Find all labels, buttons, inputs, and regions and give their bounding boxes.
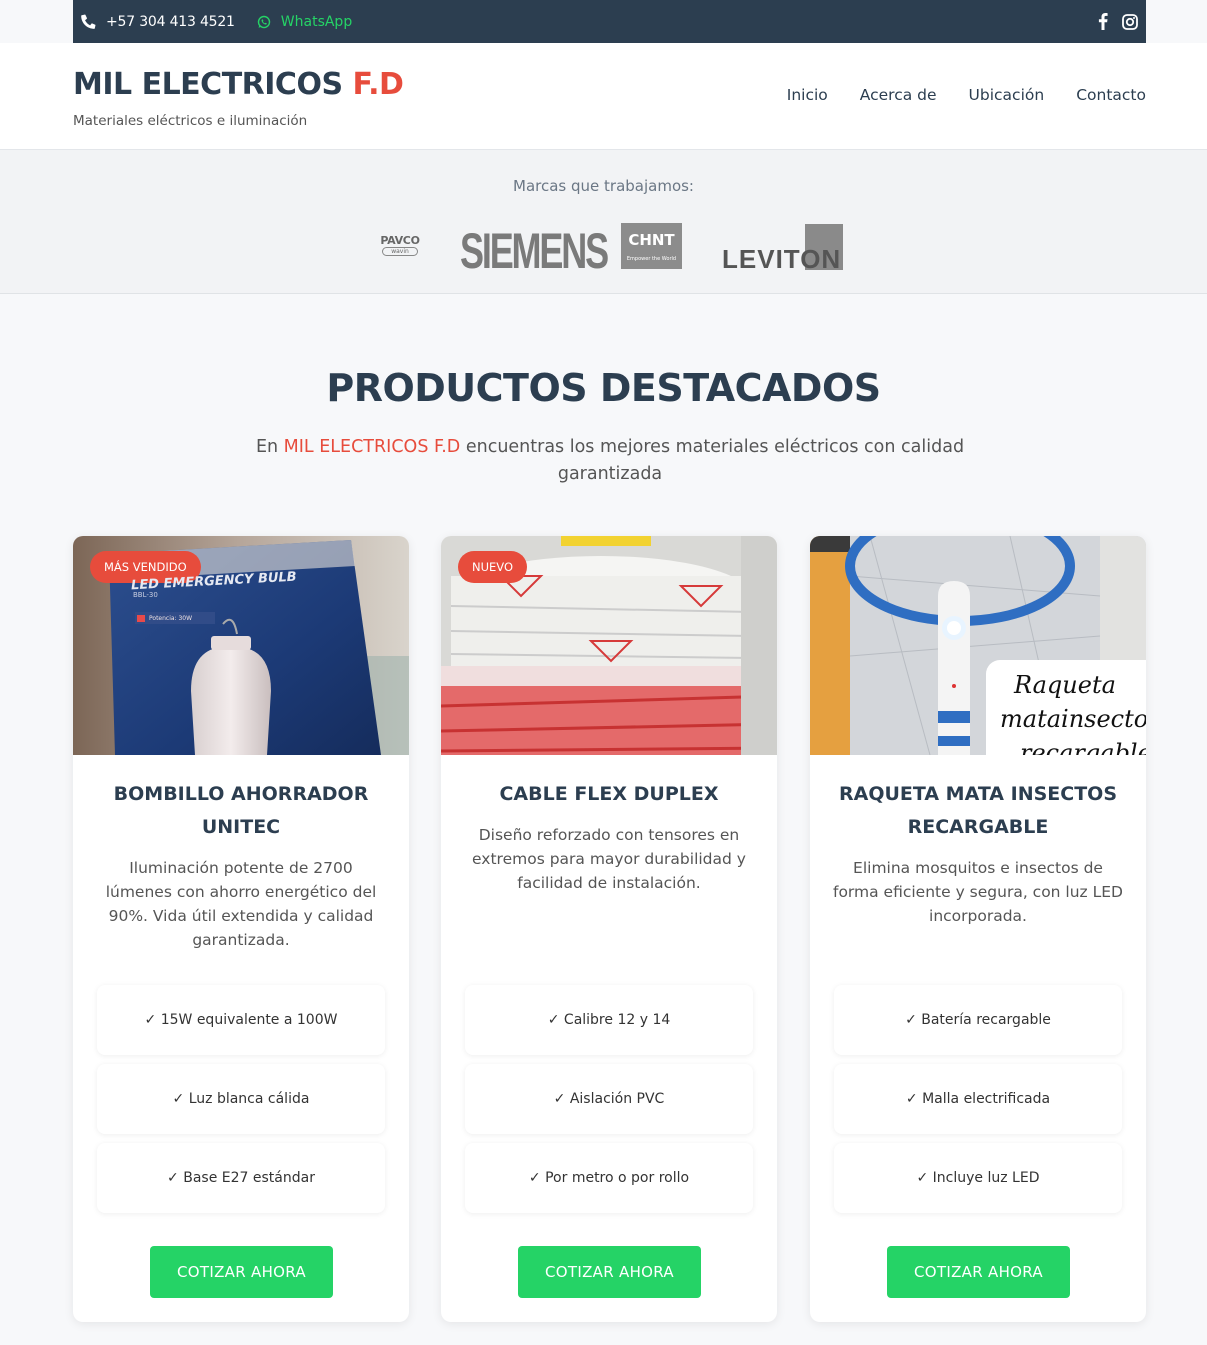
brands-section: Marcas que trabajamos: PAVCO wavin SIEME… [0,150,1207,294]
product-card-cable: NUEVO CABLE FLEX DUPLEX Diseño reforzado… [441,536,777,1322]
chnt-logo: CHNT Empower the World [621,223,682,269]
feature-item: ✓ Aislación PVC [465,1064,753,1134]
product-description: Elimina mosquitos e insectos de forma ef… [832,859,1123,925]
whatsapp-link[interactable]: WhatsApp [257,14,352,30]
siemens-logo: SIEMENS [460,223,609,279]
facebook-icon[interactable] [1098,13,1108,30]
instagram-icon[interactable] [1122,13,1138,30]
cotizar-button[interactable]: COTIZAR AHORA [887,1246,1070,1298]
product-card-bombillo: MÁS VENDIDO LED EMERGENCY BULB BBL-30 Po… [73,536,409,1322]
site-header: MIL ELECTRICOS F.D Materiales eléctricos… [0,43,1207,150]
feature-item: ✓ Base E27 estándar [97,1143,385,1213]
product-title: CABLE FLEX DUPLEX [499,783,719,805]
brand-name: MIL ELECTRICOS F.D [73,67,404,102]
leviton-logo: LEVITON [721,224,843,274]
nav-inicio[interactable]: Inicio [787,86,828,104]
top-bar: +57 304 413 4521 WhatsApp [73,0,1146,43]
feature-item: ✓ Por metro o por rollo [465,1143,753,1213]
image-label-3: Potencia: 30W [149,615,193,622]
image-label-2: BBL-30 [133,591,158,599]
badge-nuevo: NUEVO [458,551,528,583]
product-description: Iluminación potente de 2700 lúmenes con … [105,859,377,949]
product-title: BOMBILLO AHORRADOR UNITEC [113,783,369,838]
brands-title: Marcas que trabajamos: [513,177,694,195]
nav-contacto[interactable]: Contacto [1076,86,1146,104]
feature-item: ✓ Calibre 12 y 14 [465,985,753,1055]
product-image-raqueta: Raqueta matainsectos recargable [810,536,1146,755]
brand-tagline: Materiales eléctricos e iluminación [73,113,308,129]
main-nav: Inicio Acerca de Ubicación Contacto [787,86,1146,104]
cotizar-button[interactable]: COTIZAR AHORA [150,1246,333,1298]
cotizar-button[interactable]: COTIZAR AHORA [518,1246,701,1298]
feature-item: ✓ Malla electrificada [834,1064,1122,1134]
whatsapp-icon [257,15,270,28]
pavco-logo: PAVCO wavin [380,234,420,256]
section-title: PRODUCTOS DESTACADOS [326,366,881,410]
nav-acerca-de[interactable]: Acerca de [860,86,937,104]
section-subtitle: En MIL ELECTRICOS F.D encuentras los mej… [255,437,965,484]
phone-number: +57 304 413 4521 [106,13,235,30]
product-card-raqueta: Raqueta matainsectos recargable RAQUETA … [810,536,1146,1322]
product-image-cable: NUEVO [441,536,777,755]
brand-logo[interactable]: MIL ELECTRICOS F.D Materiales eléctricos… [73,67,404,129]
brand-accent: F.D [352,67,404,102]
phone-icon [81,14,96,29]
product-title: RAQUETA MATA INSECTOS RECARGABLE [838,783,1117,838]
product-description: Diseño reforzado con tensores en extremo… [472,826,746,892]
whatsapp-label: WhatsApp [280,13,353,30]
product-handwritten-label: Raqueta matainsectos recargable [986,660,1146,755]
feature-item: ✓ 15W equivalente a 100W [97,985,385,1055]
feature-item: ✓ Luz blanca cálida [97,1064,385,1134]
brand-main: MIL ELECTRICOS [73,67,343,102]
subtitle-brand: MIL ELECTRICOS F.D [283,437,461,457]
feature-item: ✓ Incluye luz LED [834,1143,1122,1213]
product-image-bombillo: MÁS VENDIDO LED EMERGENCY BULB BBL-30 Po… [73,536,409,755]
feature-item: ✓ Batería recargable [834,985,1122,1055]
social-links [1098,13,1138,30]
nav-ubicacion[interactable]: Ubicación [969,86,1045,104]
phone-link[interactable]: +57 304 413 4521 [81,14,235,30]
